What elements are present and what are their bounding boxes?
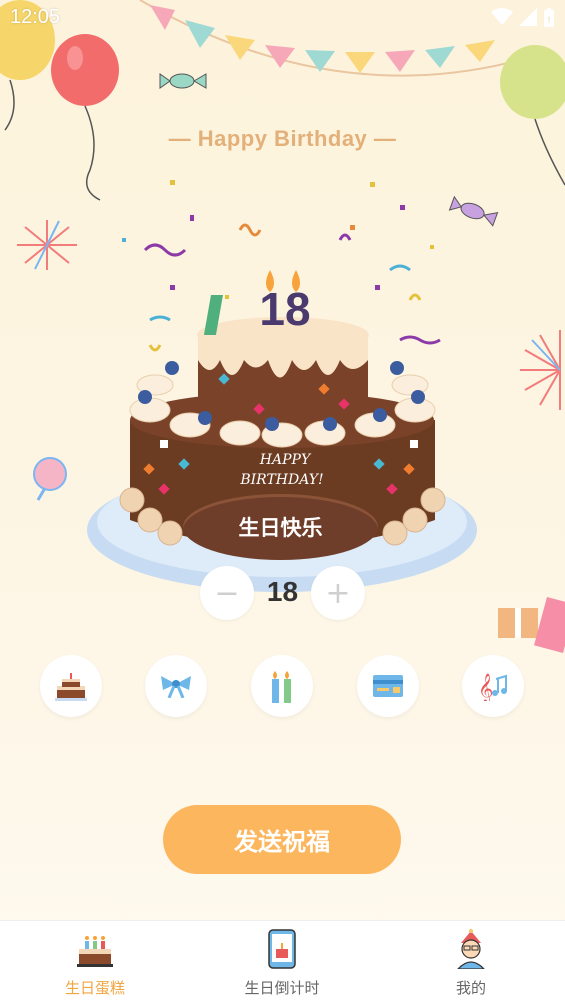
bow-icon xyxy=(161,676,191,698)
nav-label-mine: 我的 xyxy=(455,979,486,997)
nav-label-birthday-cake: 生日蛋糕 xyxy=(64,979,125,997)
svg-text:!: ! xyxy=(547,16,551,26)
candle-number: 18 xyxy=(259,283,311,335)
bottom-nav: 生日蛋糕 生日倒计时 我的 xyxy=(0,920,565,1004)
age-counter: − 18 + xyxy=(200,566,365,620)
send-wishes-button[interactable]: 发送祝福 xyxy=(163,805,401,874)
battery-icon: ! xyxy=(544,8,554,27)
candles-icon xyxy=(272,671,291,703)
status-time: 12:05 xyxy=(10,6,61,28)
status-bar: 12:05 ! xyxy=(0,0,565,38)
phone-cake-icon xyxy=(268,929,296,969)
decrement-button[interactable]: − xyxy=(200,566,254,620)
cake-plaque-text[interactable]: 生日快乐 xyxy=(183,494,378,560)
avatar-icon xyxy=(457,929,485,969)
music-icon: 𝄞 xyxy=(478,673,507,701)
svg-text:𝄞: 𝄞 xyxy=(478,673,493,701)
cake-decoration-text-1: HAPPY xyxy=(259,452,311,468)
tool-cake-button[interactable] xyxy=(40,655,102,717)
cake-icon xyxy=(77,936,113,967)
cake-decoration-text-2: BIRTHDAY! xyxy=(240,472,324,488)
nav-item-countdown[interactable]: 生日倒计时 xyxy=(222,929,342,1001)
tool-music-button[interactable]: 𝄞 xyxy=(462,655,524,717)
tool-bow-button[interactable] xyxy=(145,655,207,717)
wifi-icon xyxy=(491,8,513,25)
cake-icon xyxy=(55,673,87,701)
tool-card-button[interactable] xyxy=(357,655,419,717)
age-value: 18 xyxy=(266,576,299,607)
card-icon xyxy=(373,675,403,697)
nav-item-birthday-cake[interactable]: 生日蛋糕 xyxy=(35,929,155,1001)
nav-item-mine[interactable]: 我的 xyxy=(411,929,531,1001)
tool-candles-button[interactable] xyxy=(251,655,313,717)
increment-button[interactable]: + xyxy=(311,566,365,620)
nav-label-countdown: 生日倒计时 xyxy=(244,979,320,997)
signal-icon xyxy=(519,8,537,26)
status-icons: ! xyxy=(491,8,555,28)
